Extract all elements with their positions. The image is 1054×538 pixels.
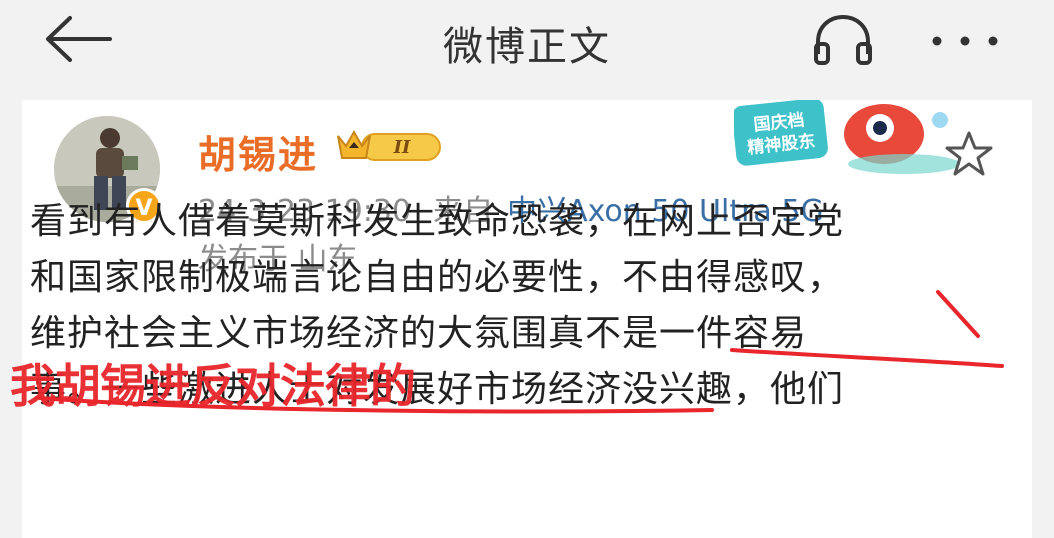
vip-level: II xyxy=(393,137,411,158)
vip-crown-badge-icon[interactable]: II xyxy=(332,126,442,166)
headphones-icon[interactable] xyxy=(812,14,874,66)
top-bar: 微博正文 xyxy=(0,0,1054,86)
more-dots-icon[interactable] xyxy=(932,36,998,46)
overlay-annotation-text: 我胡锡进反对法律的 xyxy=(10,359,416,413)
post-line: 看到有人借着莫斯科发生致命恐袭，在网上否定党 xyxy=(30,201,845,242)
favorite-star-icon[interactable] xyxy=(944,130,994,178)
mascot-sticker-icon[interactable]: 国庆档 精神股东 xyxy=(734,100,960,180)
page-title: 微博正文 xyxy=(443,24,611,70)
post-line: 和国家限制极端言论自由的必要性，不由得感叹， xyxy=(30,257,845,298)
author-name[interactable]: 胡锡进 xyxy=(198,124,318,179)
